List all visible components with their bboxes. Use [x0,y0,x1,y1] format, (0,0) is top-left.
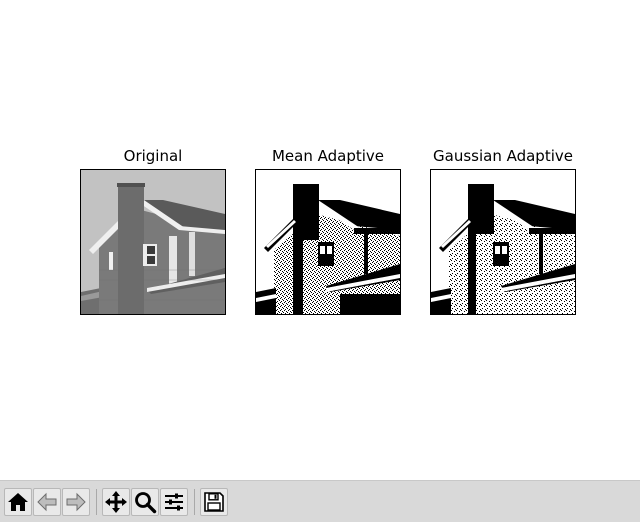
home-icon [8,493,28,511]
house-mean-threshold-image [256,170,400,314]
house-gaussian-threshold-image [431,170,575,314]
toolbar-separator [96,489,97,515]
panel-title-mean-adaptive: Mean Adaptive [271,147,385,165]
panel-title-gaussian-adaptive: Gaussian Adaptive [433,147,573,165]
figure-canvas: Original Mean Adaptive Gaussian Adaptive [0,0,640,480]
zoom-button[interactable] [131,488,159,516]
save-floppy-icon [204,492,224,512]
back-arrow-icon [37,492,57,512]
image-original [80,169,226,315]
back-button[interactable] [33,488,61,516]
subplots-sliders-icon [165,493,183,511]
pan-button[interactable] [102,488,130,516]
image-gaussian-adaptive [430,169,576,315]
panel-title-original: Original [123,147,183,165]
pan-arrows-icon [105,491,127,513]
toolbar-separator [194,489,195,515]
navigation-toolbar [0,480,640,522]
zoom-magnifier-icon [135,492,157,514]
forward-button[interactable] [62,488,90,516]
save-button[interactable] [200,488,228,516]
home-button[interactable] [4,488,32,516]
configure-subplots-button[interactable] [160,488,188,516]
forward-arrow-icon [66,492,86,512]
image-mean-adaptive [255,169,401,315]
house-grayscale-image [81,170,225,314]
